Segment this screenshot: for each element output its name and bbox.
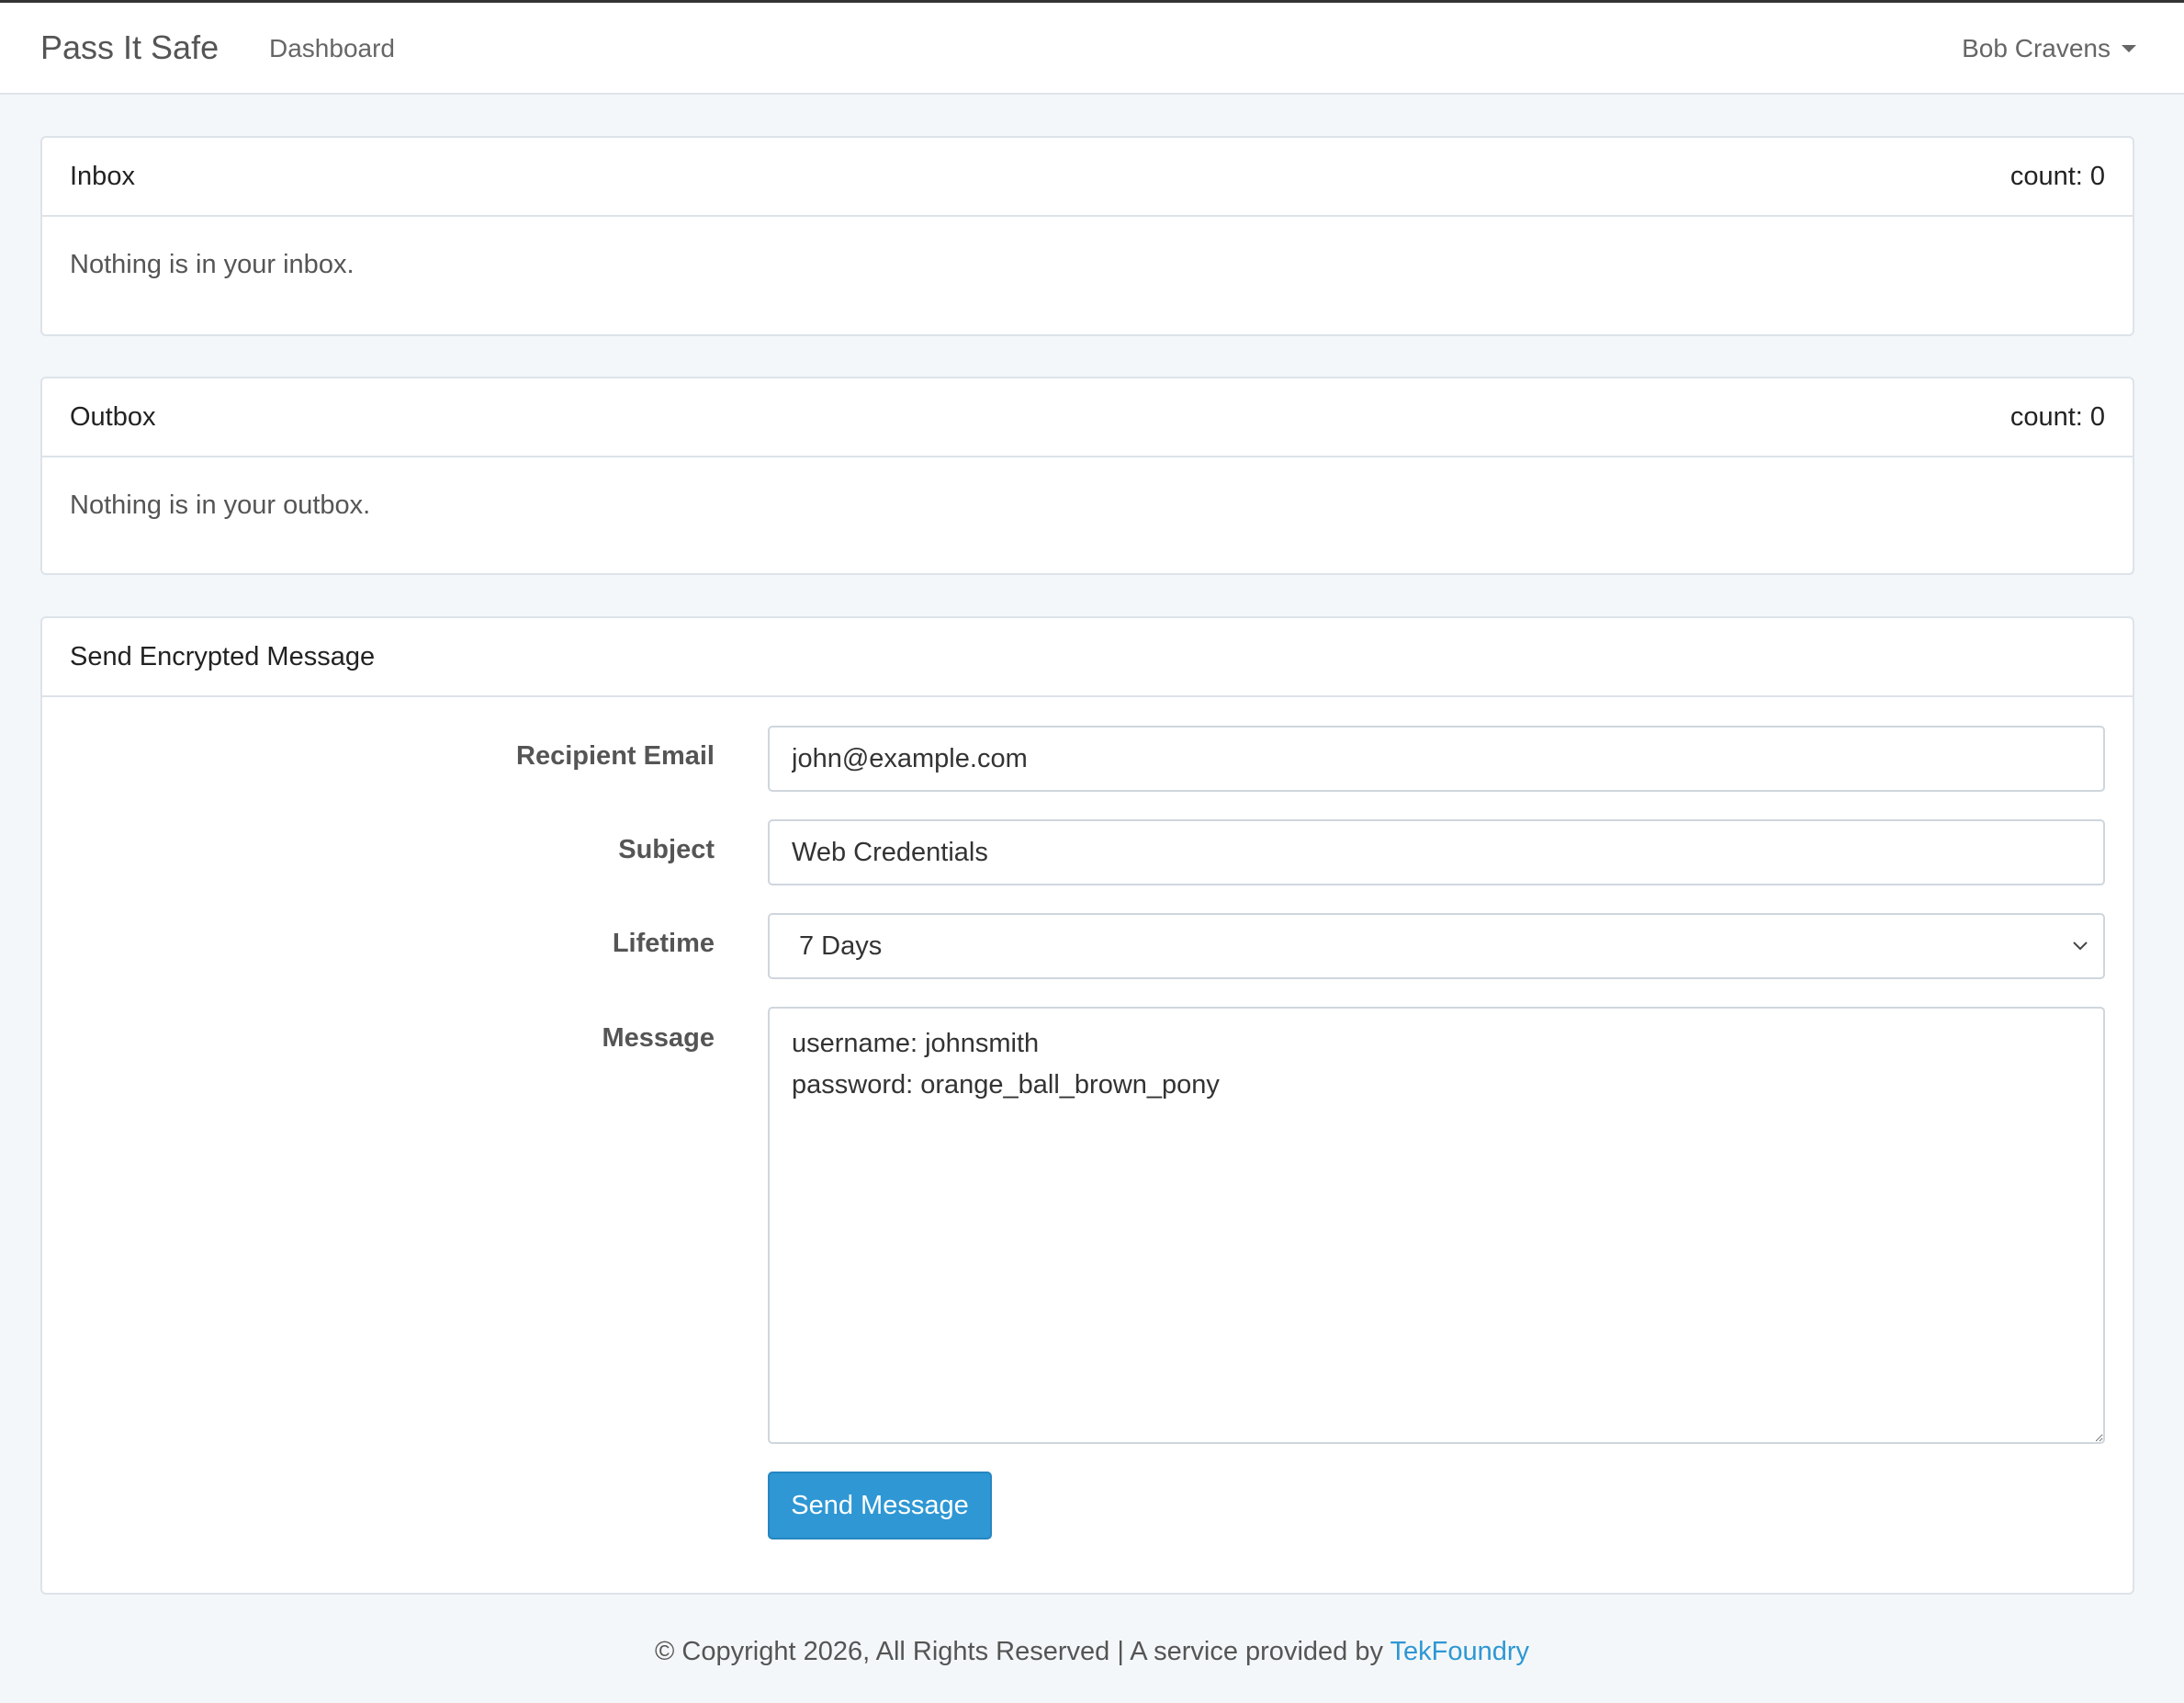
top-navbar: Pass It Safe Dashboard Bob Cravens — [0, 0, 2184, 95]
outbox-panel: Outbox count: 0 Nothing is in your outbo… — [40, 377, 2134, 575]
outbox-panel-heading: Outbox count: 0 — [42, 378, 2133, 457]
user-menu-dropdown[interactable]: Bob Cravens — [1962, 34, 2136, 63]
outbox-empty-message: Nothing is in your outbox. — [70, 491, 371, 520]
recipient-email-input[interactable] — [768, 726, 2105, 792]
footer-link-tekfoundry[interactable]: TekFoundry — [1390, 1637, 1530, 1666]
user-name: Bob Cravens — [1962, 34, 2111, 62]
outbox-count: count: 0 — [2010, 401, 2105, 432]
lifetime-label: Lifetime — [612, 929, 715, 958]
caret-down-icon — [2122, 45, 2136, 52]
brand-logo-text[interactable]: Pass It Safe — [40, 28, 219, 67]
recipient-email-label: Recipient Email — [516, 741, 715, 771]
chevron-down-icon — [2073, 942, 2088, 951]
subject-input[interactable] — [768, 819, 2105, 885]
nav-link-dashboard[interactable]: Dashboard — [269, 34, 395, 63]
send-message-button[interactable]: Send Message — [768, 1472, 992, 1539]
inbox-title: Inbox — [70, 161, 135, 191]
inbox-panel: Inbox count: 0 Nothing is in your inbox. — [40, 136, 2134, 336]
inbox-count: count: 0 — [2010, 161, 2105, 191]
send-message-panel: Send Encrypted Message Recipient Email S… — [40, 616, 2134, 1595]
inbox-empty-message: Nothing is in your inbox. — [70, 250, 355, 279]
subject-label: Subject — [618, 835, 715, 864]
footer-copyright: © Copyright 2026, All Rights Reserved | … — [654, 1637, 1390, 1666]
outbox-title: Outbox — [70, 401, 156, 432]
footer: © Copyright 2026, All Rights Reserved | … — [0, 1637, 2184, 1667]
message-label: Message — [602, 1023, 715, 1053]
send-message-title: Send Encrypted Message — [70, 641, 376, 671]
inbox-panel-heading: Inbox count: 0 — [42, 138, 2133, 217]
send-message-heading: Send Encrypted Message — [42, 618, 2133, 697]
message-textarea[interactable]: username: johnsmith password: orange_bal… — [768, 1007, 2105, 1444]
lifetime-select[interactable]: 7 Days — [768, 913, 2105, 979]
lifetime-selected-value: 7 Days — [799, 931, 883, 961]
